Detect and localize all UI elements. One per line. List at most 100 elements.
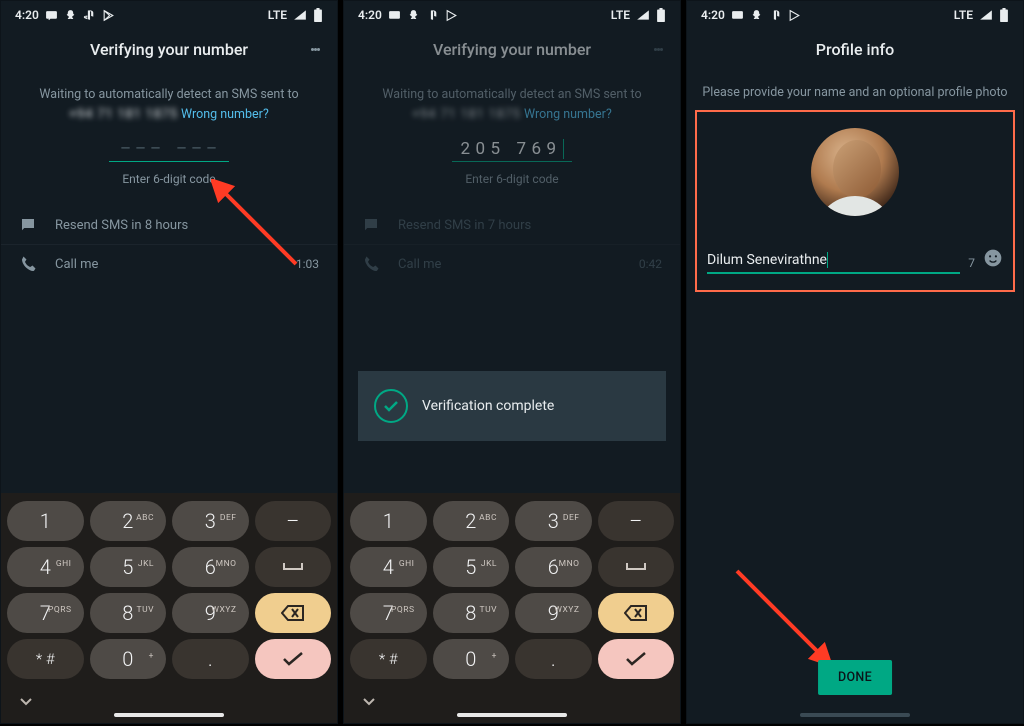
screen-verify-complete: 4:20 LTE Verifying your number Waiting t… xyxy=(343,0,681,724)
snapchat-icon xyxy=(750,9,763,22)
key-8[interactable]: 8TUV xyxy=(90,593,167,633)
key-3[interactable]: 3DEF xyxy=(172,501,249,541)
nav-bar xyxy=(457,713,567,717)
checkmark-circle-icon xyxy=(374,389,408,423)
key-backspace[interactable] xyxy=(598,593,675,633)
phone-icon xyxy=(362,255,380,273)
key-space[interactable] xyxy=(598,547,675,587)
done-button[interactable]: DONE xyxy=(818,660,892,695)
key-8[interactable]: 8TUV xyxy=(433,593,510,633)
ps-icon xyxy=(83,9,96,22)
code-input[interactable]: 205 769 xyxy=(452,139,572,162)
key-2[interactable]: 2ABC xyxy=(433,501,510,541)
battery-icon xyxy=(656,8,666,22)
page-title: Verifying your number xyxy=(433,40,591,59)
overflow-menu-icon[interactable] xyxy=(301,35,329,63)
header: Profile info xyxy=(687,29,1023,69)
sms-icon xyxy=(19,216,37,234)
play-icon xyxy=(445,9,458,22)
backspace-icon xyxy=(281,605,305,621)
snapchat-icon xyxy=(64,9,77,22)
msg-icon xyxy=(731,9,744,22)
check-icon xyxy=(625,651,647,667)
key-3[interactable]: 3DEF xyxy=(515,501,592,541)
network-label: LTE xyxy=(954,8,973,22)
header: Verifying your number xyxy=(344,29,680,69)
wrong-number-link[interactable]: Wrong number? xyxy=(181,107,269,122)
check-icon xyxy=(282,651,304,667)
emoji-picker-icon[interactable] xyxy=(983,248,1003,274)
phone-number-masked: +94 71 181 1875 xyxy=(69,107,178,122)
battery-icon xyxy=(999,8,1009,22)
signal-icon xyxy=(293,9,307,21)
msg-icon xyxy=(388,9,401,22)
snapchat-icon xyxy=(407,9,420,22)
overflow-menu-icon[interactable] xyxy=(644,35,672,63)
key-period[interactable]: . xyxy=(515,639,592,679)
key-2[interactable]: 2ABC xyxy=(90,501,167,541)
battery-icon xyxy=(313,8,323,22)
msg-icon xyxy=(45,9,58,22)
status-bar: 4:20 LTE xyxy=(344,1,680,29)
phone-icon xyxy=(19,255,37,273)
key-6[interactable]: 6MNO xyxy=(172,547,249,587)
call-me-row: Call me 0:42 xyxy=(344,244,680,283)
key-space[interactable] xyxy=(255,547,332,587)
key-7[interactable]: 7PQRS xyxy=(350,593,427,633)
profile-avatar[interactable] xyxy=(811,128,899,216)
backspace-icon xyxy=(624,605,648,621)
name-input[interactable]: Dilum Senevirathne xyxy=(707,252,960,274)
key-4[interactable]: 4GHI xyxy=(350,547,427,587)
key-9[interactable]: 9WXYZ xyxy=(172,593,249,633)
key-1[interactable]: 1 xyxy=(7,501,84,541)
nav-bar xyxy=(114,713,224,717)
call-timer: 0:42 xyxy=(639,257,662,271)
key-dash[interactable]: – xyxy=(255,501,332,541)
key-confirm[interactable] xyxy=(598,639,675,679)
screen-profile-info: 4:20 LTE Profile info Please provide you… xyxy=(686,0,1024,724)
network-label: LTE xyxy=(611,8,630,22)
call-timer: 1:03 xyxy=(296,257,319,271)
key-backspace[interactable] xyxy=(255,593,332,633)
network-label: LTE xyxy=(268,8,287,22)
char-counter: 7 xyxy=(968,256,975,274)
resend-sms-row: Resend SMS in 8 hours xyxy=(1,206,337,244)
keyboard-collapse-icon[interactable] xyxy=(19,692,33,711)
nav-bar xyxy=(800,713,910,717)
key-0[interactable]: 0+ xyxy=(90,639,167,679)
ps-icon xyxy=(769,9,782,22)
key-5[interactable]: 5JKL xyxy=(433,547,510,587)
key-confirm[interactable] xyxy=(255,639,332,679)
code-input[interactable]: ––– ––– xyxy=(109,139,229,162)
clock: 4:20 xyxy=(701,8,725,22)
profile-subtitle: Please provide your name and an optional… xyxy=(687,85,1023,100)
key-period[interactable]: . xyxy=(172,639,249,679)
clock: 4:20 xyxy=(358,8,382,22)
code-hint: Enter 6-digit code xyxy=(344,172,680,186)
key-1[interactable]: 1 xyxy=(350,501,427,541)
status-bar: 4:20 LTE xyxy=(687,1,1023,29)
key-6[interactable]: 6MNO xyxy=(515,547,592,587)
keyboard-collapse-icon[interactable] xyxy=(362,692,376,711)
page-title: Profile info xyxy=(816,40,894,59)
page-title: Verifying your number xyxy=(90,40,248,59)
play-icon xyxy=(102,9,115,22)
waiting-text: Waiting to automatically detect an SMS s… xyxy=(344,85,680,125)
resend-sms-row: Resend SMS in 7 hours xyxy=(344,206,680,244)
key-9[interactable]: 9WXYZ xyxy=(515,593,592,633)
key-0[interactable]: 0+ xyxy=(433,639,510,679)
wrong-number-link[interactable]: Wrong number? xyxy=(524,107,612,122)
key-symbols[interactable]: * # xyxy=(7,639,84,679)
call-me-row[interactable]: Call me 1:03 xyxy=(1,244,337,283)
signal-icon xyxy=(979,9,993,21)
phone-number-masked: +94 71 181 1875 xyxy=(412,107,521,122)
key-7[interactable]: 7PQRS xyxy=(7,593,84,633)
key-5[interactable]: 5JKL xyxy=(90,547,167,587)
key-4[interactable]: 4GHI xyxy=(7,547,84,587)
key-dash[interactable]: – xyxy=(598,501,675,541)
annotation-highlight-box: Dilum Senevirathne 7 xyxy=(695,110,1015,292)
header: Verifying your number xyxy=(1,29,337,69)
sms-icon xyxy=(362,216,380,234)
key-symbols[interactable]: * # xyxy=(350,639,427,679)
play-icon xyxy=(788,9,801,22)
